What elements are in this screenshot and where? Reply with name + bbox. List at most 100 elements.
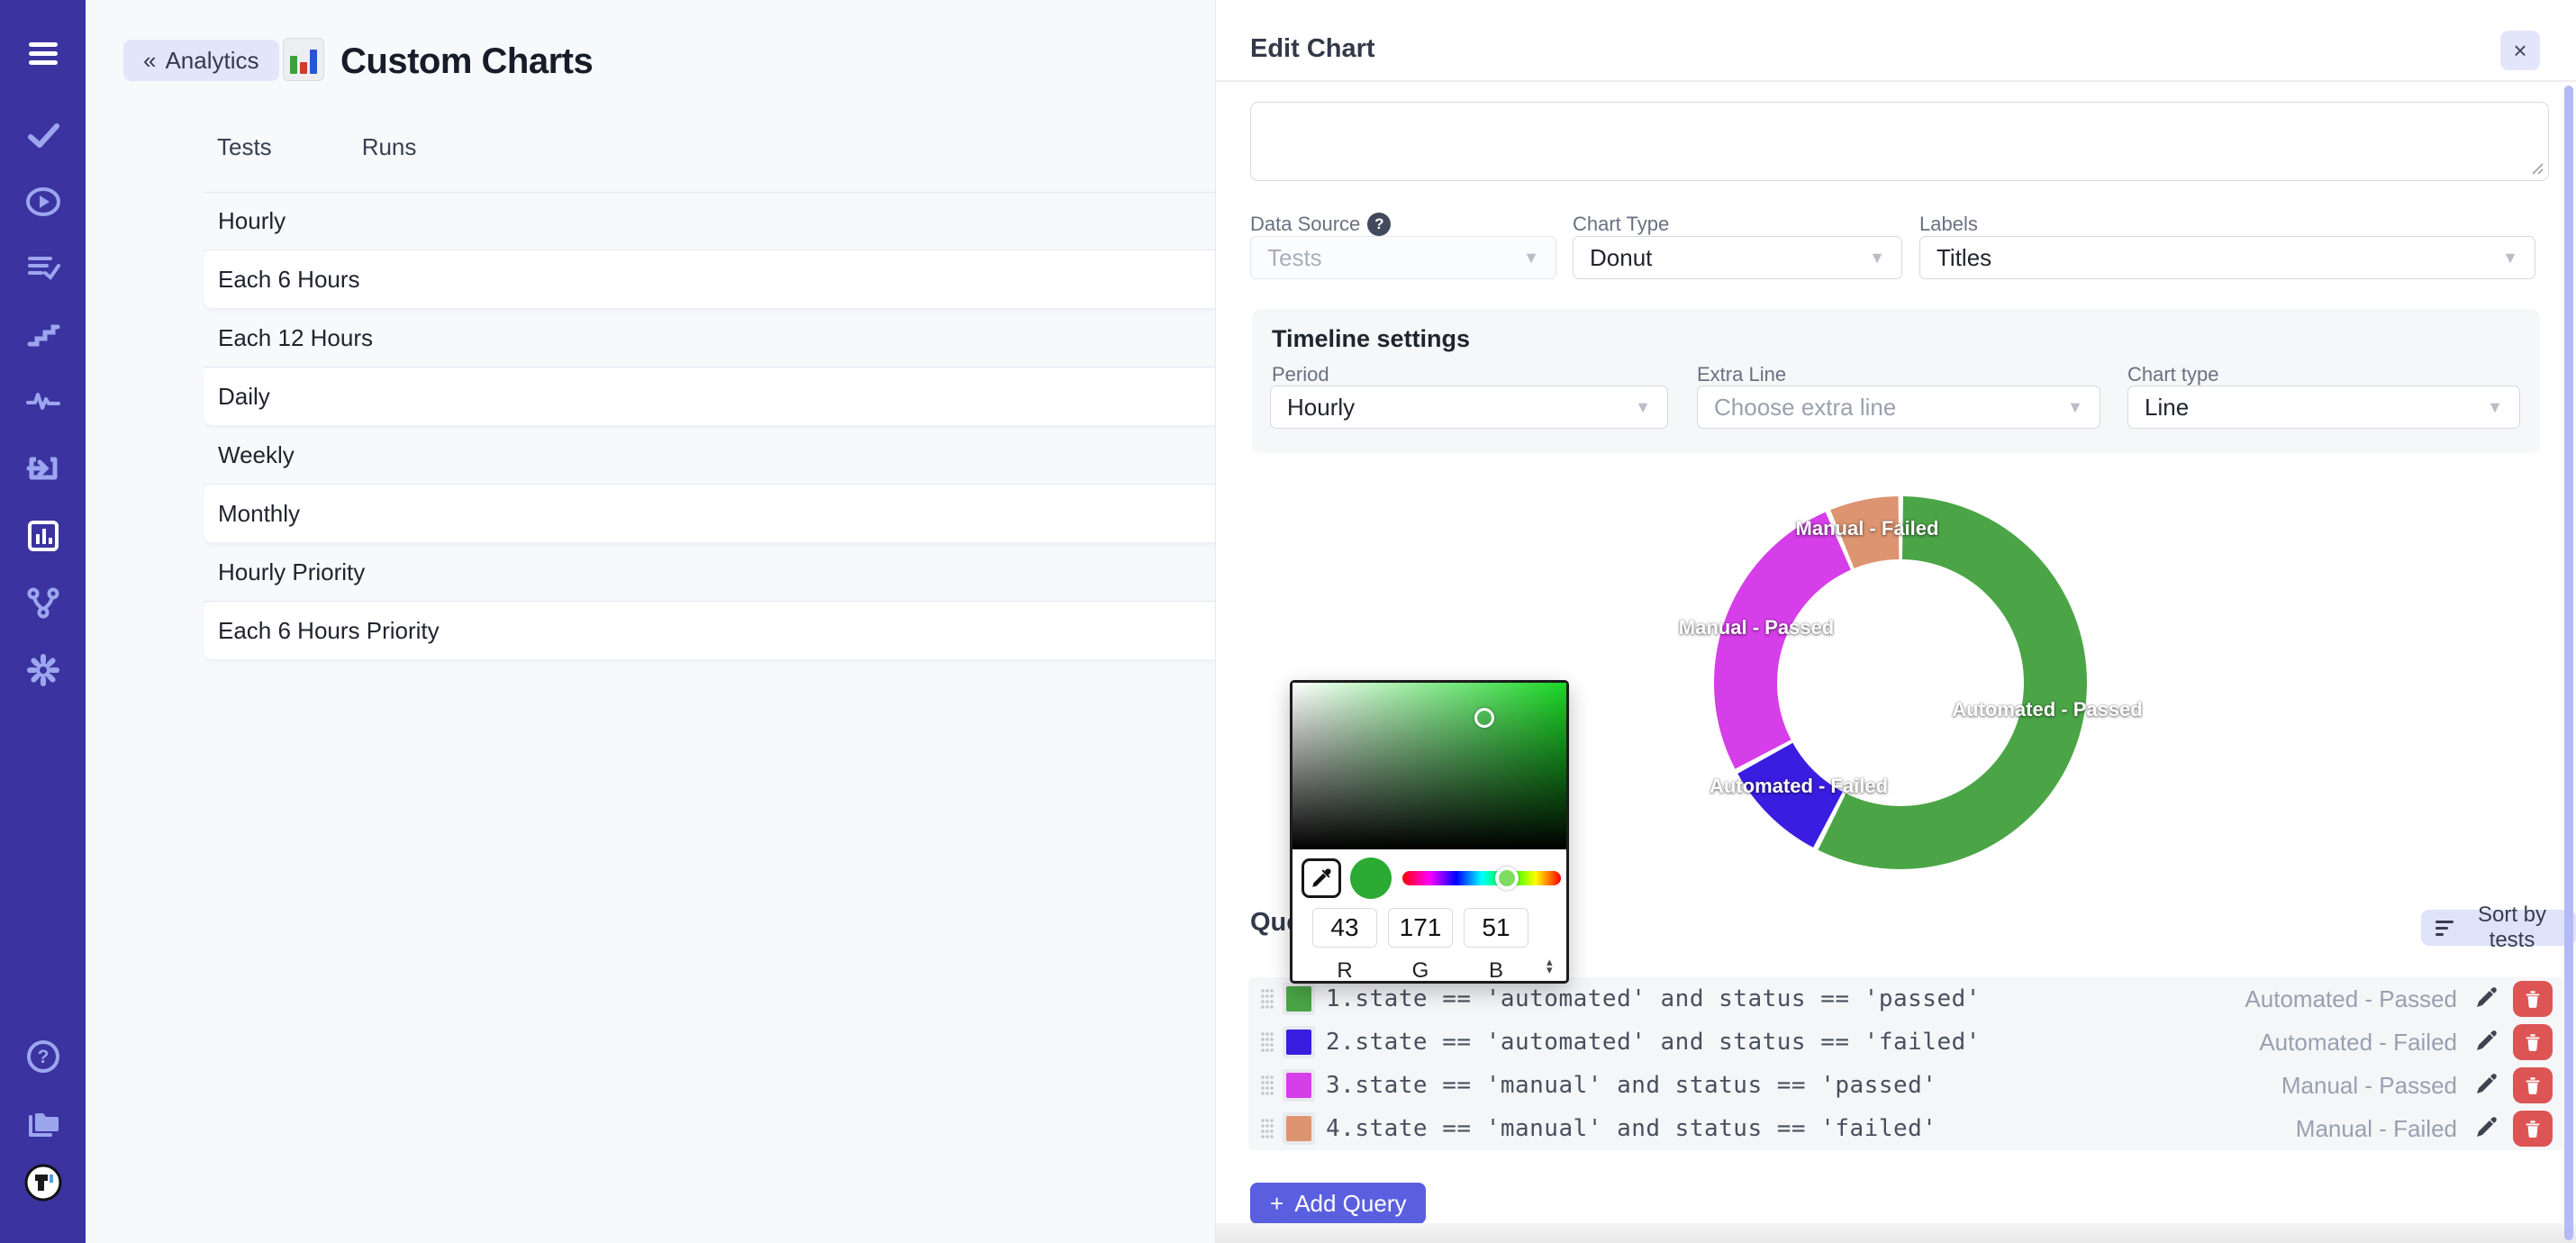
timeline-chart-type-label: Chart type (2127, 363, 2219, 386)
test-list-icon[interactable] (23, 247, 64, 288)
drag-handle-icon[interactable] (1259, 1030, 1275, 1054)
edit-query-button[interactable] (2472, 1029, 2499, 1056)
back-label: Analytics (165, 47, 259, 75)
pencil-icon (2472, 1029, 2499, 1056)
red-input[interactable] (1312, 908, 1377, 948)
import-icon[interactable] (23, 448, 64, 489)
page-title: Custom Charts (340, 41, 593, 82)
settings-icon[interactable] (23, 649, 64, 691)
add-query-button[interactable]: + Add Query (1250, 1183, 1426, 1224)
play-icon[interactable] (23, 181, 64, 222)
analytics-icon[interactable] (23, 515, 64, 557)
hue-slider[interactable] (1402, 871, 1561, 885)
help-tooltip-icon[interactable]: ? (1367, 213, 1391, 236)
blue-input[interactable] (1464, 908, 1528, 948)
chart-list-item[interactable]: Monthly (204, 485, 1298, 543)
timeline-chart-type-select[interactable]: Line▼ (2127, 386, 2520, 429)
branches-icon[interactable] (23, 582, 64, 623)
blue-label: B (1464, 958, 1528, 984)
drag-handle-icon[interactable] (1259, 987, 1275, 1011)
donut-chart-svg (1711, 494, 2090, 872)
query-color-button[interactable] (1283, 1069, 1315, 1102)
chart-list-item[interactable]: Each 12 Hours (204, 309, 1298, 367)
query-color-button[interactable] (1283, 1026, 1315, 1058)
logo-icon[interactable] (23, 1162, 64, 1203)
chart-list-item[interactable]: Hourly Priority (204, 543, 1298, 602)
custom-charts-panel: « Analytics Custom Charts × Tests Runs H… (86, 0, 1216, 1243)
query-expression: 1.state == 'automated' and status == 'pa… (1326, 985, 1981, 1012)
tab-runs[interactable]: Runs (362, 133, 417, 161)
color-model-toggle[interactable]: ▴▾ (1547, 957, 1553, 974)
timeline-settings-box: Timeline settings Period Extra Line Char… (1252, 309, 2540, 453)
chart-list: Hourly Each 6 Hours Each 12 Hours Daily … (204, 192, 1298, 660)
edit-chart-close-button[interactable]: × (2500, 31, 2540, 70)
hue-handle[interactable] (1495, 866, 1519, 890)
slice-label-manual-passed: Manual - Passed (1679, 616, 1834, 640)
labels-select[interactable]: Titles▼ (1919, 236, 2535, 279)
delete-query-button[interactable] (2513, 1067, 2553, 1103)
query-title: Automated - Failed (2259, 1029, 2457, 1057)
edit-query-button[interactable] (2472, 1072, 2499, 1099)
delete-query-button[interactable] (2513, 981, 2553, 1017)
timeline-settings-title: Timeline settings (1272, 325, 1470, 353)
data-source-label: Data Source ? (1250, 213, 1391, 236)
tab-tests[interactable]: Tests (217, 133, 272, 161)
slice-label-automated-failed: Automated - Failed (1710, 775, 1888, 798)
help-icon[interactable]: ? (23, 1036, 64, 1077)
delete-query-button[interactable] (2513, 1024, 2553, 1060)
query-row: 3.state == 'manual' and status == 'passe… (1248, 1064, 2563, 1107)
menu-icon[interactable] (23, 33, 64, 75)
period-select[interactable]: Hourly▼ (1270, 386, 1668, 429)
checks-icon[interactable] (23, 114, 64, 156)
pulse-icon[interactable] (23, 380, 64, 422)
app-screen: ? « Analytics Custom Charts × Tests Runs… (0, 0, 2576, 1243)
rgb-inputs: R G B (1312, 908, 1528, 984)
chart-list-item[interactable]: Weekly (204, 426, 1298, 485)
query-color-button[interactable] (1283, 1112, 1315, 1145)
queries-list: 1.state == 'automated' and status == 'pa… (1248, 977, 2563, 1150)
green-label: G (1388, 958, 1453, 984)
query-expression: 4.state == 'manual' and status == 'faile… (1326, 1115, 1937, 1142)
chart-list-item[interactable]: Hourly (204, 192, 1298, 250)
donut-chart: Manual - Failed Manual - Passed Automate… (1711, 494, 2090, 872)
edit-query-button[interactable] (2472, 1115, 2499, 1142)
trash-icon (2523, 1032, 2543, 1052)
chart-list-item[interactable]: Each 6 Hours Priority (204, 602, 1298, 660)
drag-handle-icon[interactable] (1259, 1074, 1275, 1097)
projects-folder-icon[interactable] (23, 1103, 64, 1145)
pencil-icon (2472, 1115, 2499, 1142)
chevron-down-icon: ▼ (2067, 398, 2083, 417)
back-to-analytics-button[interactable]: « Analytics (123, 40, 279, 81)
edit-query-button[interactable] (2472, 985, 2499, 1012)
green-input[interactable] (1388, 908, 1453, 948)
query-title: Manual - Passed (2281, 1072, 2457, 1100)
extra-line-label: Extra Line (1697, 363, 1786, 386)
chevron-down-icon: ▼ (2487, 398, 2503, 417)
edit-panel-scrollbar[interactable] (2564, 86, 2573, 1240)
edit-chart-title: Edit Chart (1250, 34, 1375, 64)
chart-list-item[interactable]: Each 6 Hours (204, 250, 1298, 309)
chevron-down-icon: ▼ (1869, 249, 1885, 268)
drag-handle-icon[interactable] (1259, 1117, 1275, 1140)
eyedropper-button[interactable] (1302, 858, 1341, 898)
query-color-swatch (1286, 986, 1311, 1012)
chevron-down-icon: ▼ (2502, 249, 2518, 268)
delete-query-button[interactable] (2513, 1111, 2553, 1147)
sort-by-tests-button[interactable]: Sort by tests (2421, 910, 2576, 946)
saturation-area[interactable] (1293, 683, 1566, 849)
query-row: 2.state == 'automated' and status == 'fa… (1248, 1021, 2563, 1064)
chart-description-textarea[interactable] (1250, 102, 2549, 181)
svg-text:?: ? (37, 1047, 49, 1067)
chart-type-select[interactable]: Donut▼ (1573, 236, 1902, 279)
sidebar: ? (0, 0, 86, 1243)
query-expression: 2.state == 'automated' and status == 'fa… (1326, 1029, 1981, 1056)
extra-line-select[interactable]: Choose extra line▼ (1697, 386, 2100, 429)
steps-icon[interactable] (23, 314, 64, 356)
saturation-handle[interactable] (1474, 708, 1494, 728)
chart-list-item[interactable]: Daily (204, 367, 1298, 426)
bar-chart-emoji-icon (283, 38, 324, 81)
query-expression: 3.state == 'manual' and status == 'passe… (1326, 1072, 1937, 1099)
labels-label: Labels (1919, 213, 1978, 236)
query-color-button[interactable] (1283, 983, 1315, 1015)
sort-icon (2435, 921, 2454, 936)
